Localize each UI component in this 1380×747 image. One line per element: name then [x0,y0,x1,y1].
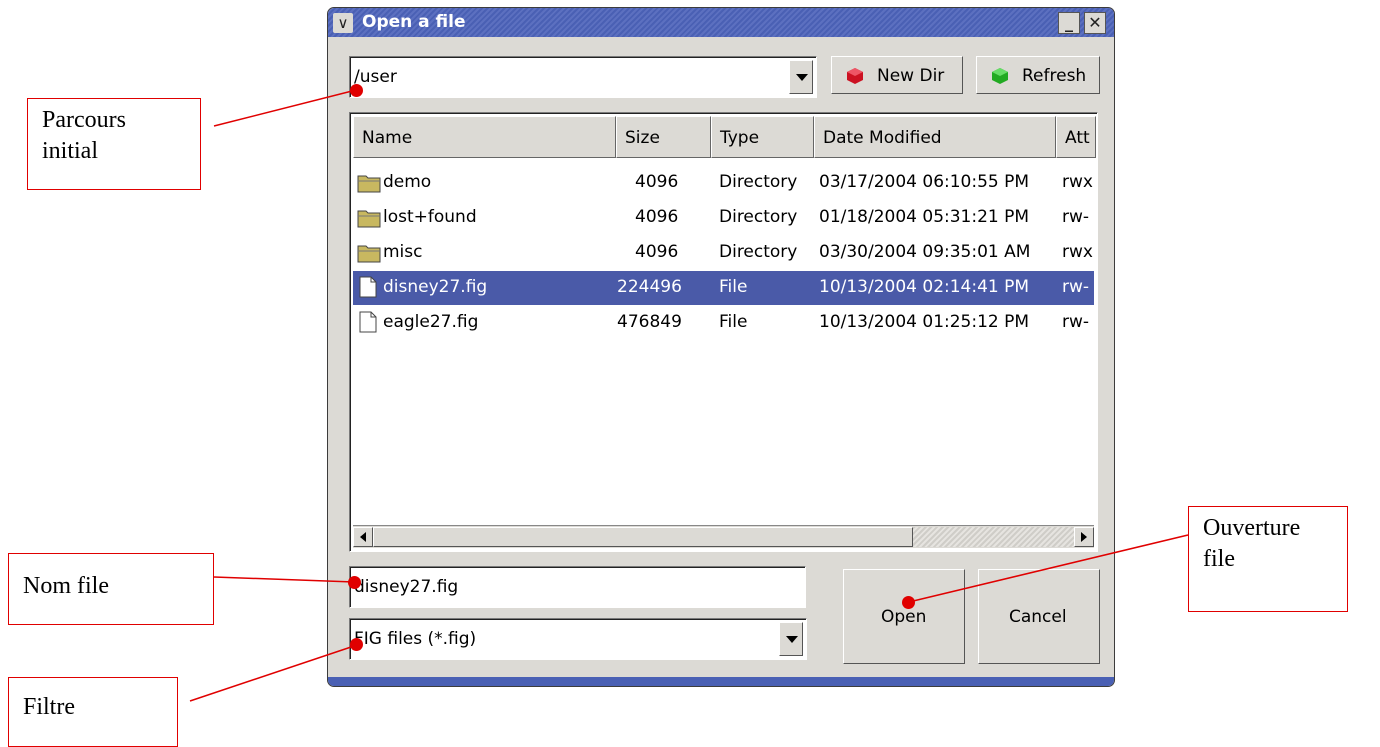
annotation-file-name: Nom file [8,553,214,625]
annotation-marker-filename [348,576,361,589]
annotation-open-file: Ouverture file [1188,506,1348,612]
annotation-lines [189,89,1189,702]
annotation-initial-path: Parcours initial [27,98,201,190]
annotation-filter: Filtre [8,677,178,747]
annotation-marker-open [902,596,915,609]
annotation-marker-path [350,84,363,97]
annotation-marker-filter [350,638,363,651]
